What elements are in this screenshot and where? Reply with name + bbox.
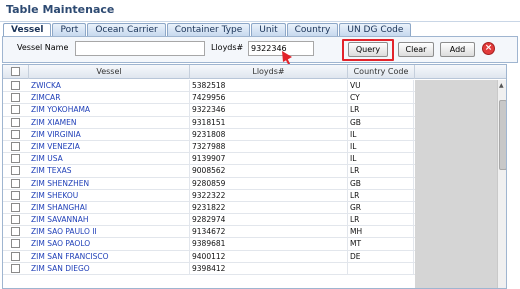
lloyds-cell: 9282974 <box>190 214 348 227</box>
grid-header: Vessel Lloyds# Country Code <box>3 65 506 79</box>
row-checkbox[interactable] <box>11 263 20 273</box>
vessel-name-cell[interactable]: ZIM VIRGINIA <box>29 128 190 141</box>
add-button[interactable]: Add <box>440 42 475 57</box>
search-bar: Vessel Name Lloyds# Query Clear Add × <box>2 36 518 63</box>
country-code-cell <box>348 262 414 275</box>
header-lloyds[interactable]: Lloyds# <box>190 65 348 79</box>
lloyds-cell: 7327988 <box>190 140 348 153</box>
lloyds-cell: 9322322 <box>190 189 348 202</box>
lloyds-cell: 9322346 <box>190 104 348 117</box>
tab-strip: Vessel Port Ocean Carrier Container Type… <box>3 23 412 36</box>
vessel-name-cell[interactable]: ZIM USA <box>29 153 190 166</box>
lloyds-cell: 9400112 <box>190 250 348 263</box>
vessel-name-cell[interactable]: ZIM SAN DIEGO <box>29 262 190 275</box>
country-code-cell: LR <box>348 104 414 117</box>
close-icon[interactable]: × <box>482 42 495 55</box>
country-code-cell: VU <box>348 80 414 92</box>
lloyds-cell: 9318151 <box>190 116 348 129</box>
lloyds-cell: 9280859 <box>190 177 348 190</box>
tab-unit[interactable]: Unit <box>251 23 286 36</box>
row-checkbox[interactable] <box>11 129 20 139</box>
row-checkbox[interactable] <box>11 141 20 151</box>
country-code-cell: GB <box>348 177 414 190</box>
scroll-up-arrow-icon[interactable]: ▲ <box>499 82 504 89</box>
row-checkbox[interactable] <box>11 81 20 90</box>
select-all-checkbox[interactable] <box>11 67 20 76</box>
country-code-cell: LR <box>348 214 414 227</box>
lloyds-cell: 7429956 <box>190 92 348 105</box>
lloyds-cell: 9398412 <box>190 262 348 275</box>
vessel-name-cell[interactable]: ZIM SAO PAULO II <box>29 226 190 239</box>
lloyds-cell: 9139907 <box>190 153 348 166</box>
country-code-cell: MT <box>348 238 414 251</box>
vessel-name-cell[interactable]: ZIM VENEZIA <box>29 140 190 153</box>
tab-container-type[interactable]: Container Type <box>166 23 251 36</box>
vessel-name-cell[interactable]: ZIM SAN FRANCISCO <box>29 250 190 263</box>
country-code-cell: CY <box>348 92 414 105</box>
row-checkbox[interactable] <box>11 105 20 115</box>
vessel-name-cell[interactable]: ZIM SHANGHAI <box>29 201 190 214</box>
row-checkbox[interactable] <box>11 227 20 237</box>
row-checkbox[interactable] <box>11 178 20 188</box>
header-vessel[interactable]: Vessel <box>29 65 190 79</box>
vessel-name-cell[interactable]: ZIM YOKOHAMA <box>29 104 190 117</box>
country-code-cell: LR <box>348 189 414 202</box>
vessel-name-cell[interactable]: ZIMCAR <box>29 92 190 105</box>
country-code-cell: MH <box>348 226 414 239</box>
row-checkbox[interactable] <box>11 166 20 176</box>
row-checkbox[interactable] <box>11 154 20 164</box>
row-checkbox[interactable] <box>11 215 20 225</box>
tab-un-dg-code[interactable]: UN DG Code <box>339 23 412 36</box>
country-code-cell: IL <box>348 140 414 153</box>
vessel-name-input[interactable] <box>75 41 205 56</box>
vessel-name-cell[interactable]: ZIM SHEKOU <box>29 189 190 202</box>
row-checkbox[interactable] <box>11 239 20 249</box>
tab-vessel[interactable]: Vessel <box>3 23 52 36</box>
row-checkbox[interactable] <box>11 93 20 103</box>
lloyds-cell: 5382518 <box>190 80 348 92</box>
lloyds-cell: 9008562 <box>190 165 348 178</box>
page-title: Table Maintenace <box>6 3 115 16</box>
row-checkbox[interactable] <box>11 117 20 127</box>
title-bar: Table Maintenace <box>0 0 520 22</box>
vessel-name-label: Vessel Name <box>17 43 69 52</box>
tab-ocean-carrier[interactable]: Ocean Carrier <box>87 23 166 36</box>
header-country-code[interactable]: Country Code <box>348 65 415 79</box>
row-checkbox[interactable] <box>11 202 20 212</box>
lloyds-label: Lloyds# <box>211 43 244 52</box>
row-checkbox[interactable] <box>11 251 20 261</box>
vessel-name-cell[interactable]: ZIM TEXAS <box>29 165 190 178</box>
vessel-grid: Vessel Lloyds# Country Code ZWICKA 538251… <box>2 64 507 289</box>
query-button[interactable]: Query <box>348 42 388 57</box>
vessel-name-cell[interactable]: ZIM SAO PAOLO <box>29 238 190 251</box>
vessel-name-cell[interactable]: ZWICKA <box>29 80 190 92</box>
scroll-thumb[interactable] <box>499 100 506 170</box>
country-code-cell: GR <box>348 201 414 214</box>
lloyds-cell: 9134672 <box>190 226 348 239</box>
clear-button[interactable]: Clear <box>398 42 434 57</box>
vertical-scrollbar[interactable]: ▲ <box>497 80 506 288</box>
header-select-all-cell <box>3 65 29 79</box>
vessel-name-cell[interactable]: ZIM XIAMEN <box>29 116 190 129</box>
lloyds-cell: 9389681 <box>190 238 348 251</box>
empty-grid-area <box>415 80 497 288</box>
country-code-cell: IL <box>348 128 414 141</box>
row-checkbox[interactable] <box>11 190 20 200</box>
lloyds-cell: 9231808 <box>190 128 348 141</box>
country-code-cell: IL <box>348 153 414 166</box>
vessel-name-cell[interactable]: ZIM SHENZHEN <box>29 177 190 190</box>
vessel-name-cell[interactable]: ZIM SAVANNAH <box>29 214 190 227</box>
country-code-cell: GB <box>348 116 414 129</box>
tab-country[interactable]: Country <box>286 23 339 36</box>
country-code-cell: DE <box>348 250 414 263</box>
tab-port[interactable]: Port <box>52 23 87 36</box>
country-code-cell: LR <box>348 165 414 178</box>
lloyds-cell: 9231822 <box>190 201 348 214</box>
